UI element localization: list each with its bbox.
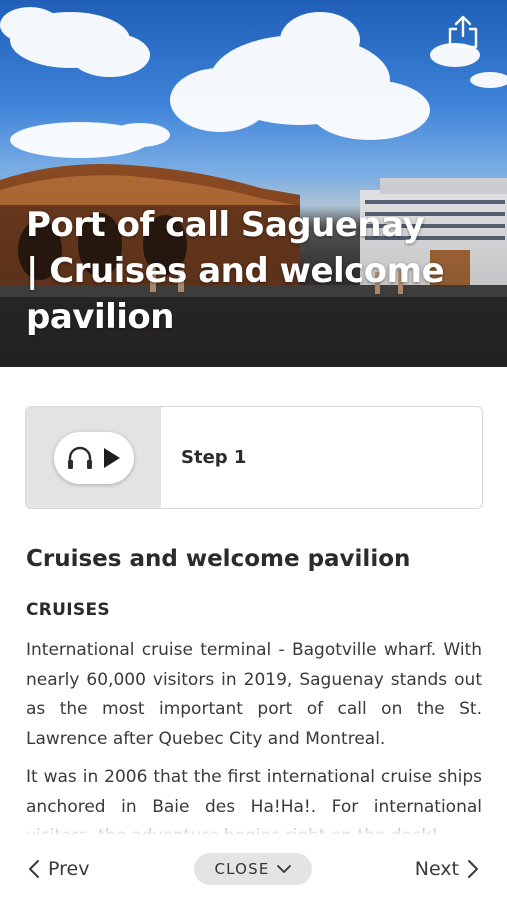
- chevron-down-icon: [276, 865, 291, 873]
- next-button[interactable]: Next: [415, 856, 479, 882]
- chevron-left-icon: [29, 860, 39, 878]
- close-button[interactable]: CLOSE: [194, 853, 312, 885]
- step-card[interactable]: Step 1: [25, 406, 483, 509]
- next-label: Next: [414, 858, 459, 880]
- prev-button[interactable]: Prev: [28, 856, 89, 882]
- bottom-nav: Prev CLOSE Next: [0, 842, 507, 900]
- share-icon: [448, 15, 478, 49]
- paragraph: International cruise terminal - Bagotvil…: [26, 640, 482, 749]
- chevron-right-icon: [468, 860, 478, 878]
- audio-play-button[interactable]: [54, 432, 134, 484]
- headphones-play-icon: [68, 446, 120, 469]
- content-fade: [0, 812, 507, 842]
- page-title: Port of call Saguenay | Cruises and welc…: [26, 205, 445, 337]
- close-label: CLOSE: [214, 860, 270, 878]
- hero-image: Port of call Saguenay | Cruises and welc…: [0, 0, 507, 367]
- step-label: Step 1: [181, 447, 247, 468]
- step-audio-panel: [26, 407, 161, 508]
- prev-label: Prev: [48, 858, 90, 880]
- share-button[interactable]: [446, 14, 480, 50]
- section-heading: CRUISES: [26, 600, 110, 620]
- content-title: Cruises and welcome pavilion: [26, 546, 411, 572]
